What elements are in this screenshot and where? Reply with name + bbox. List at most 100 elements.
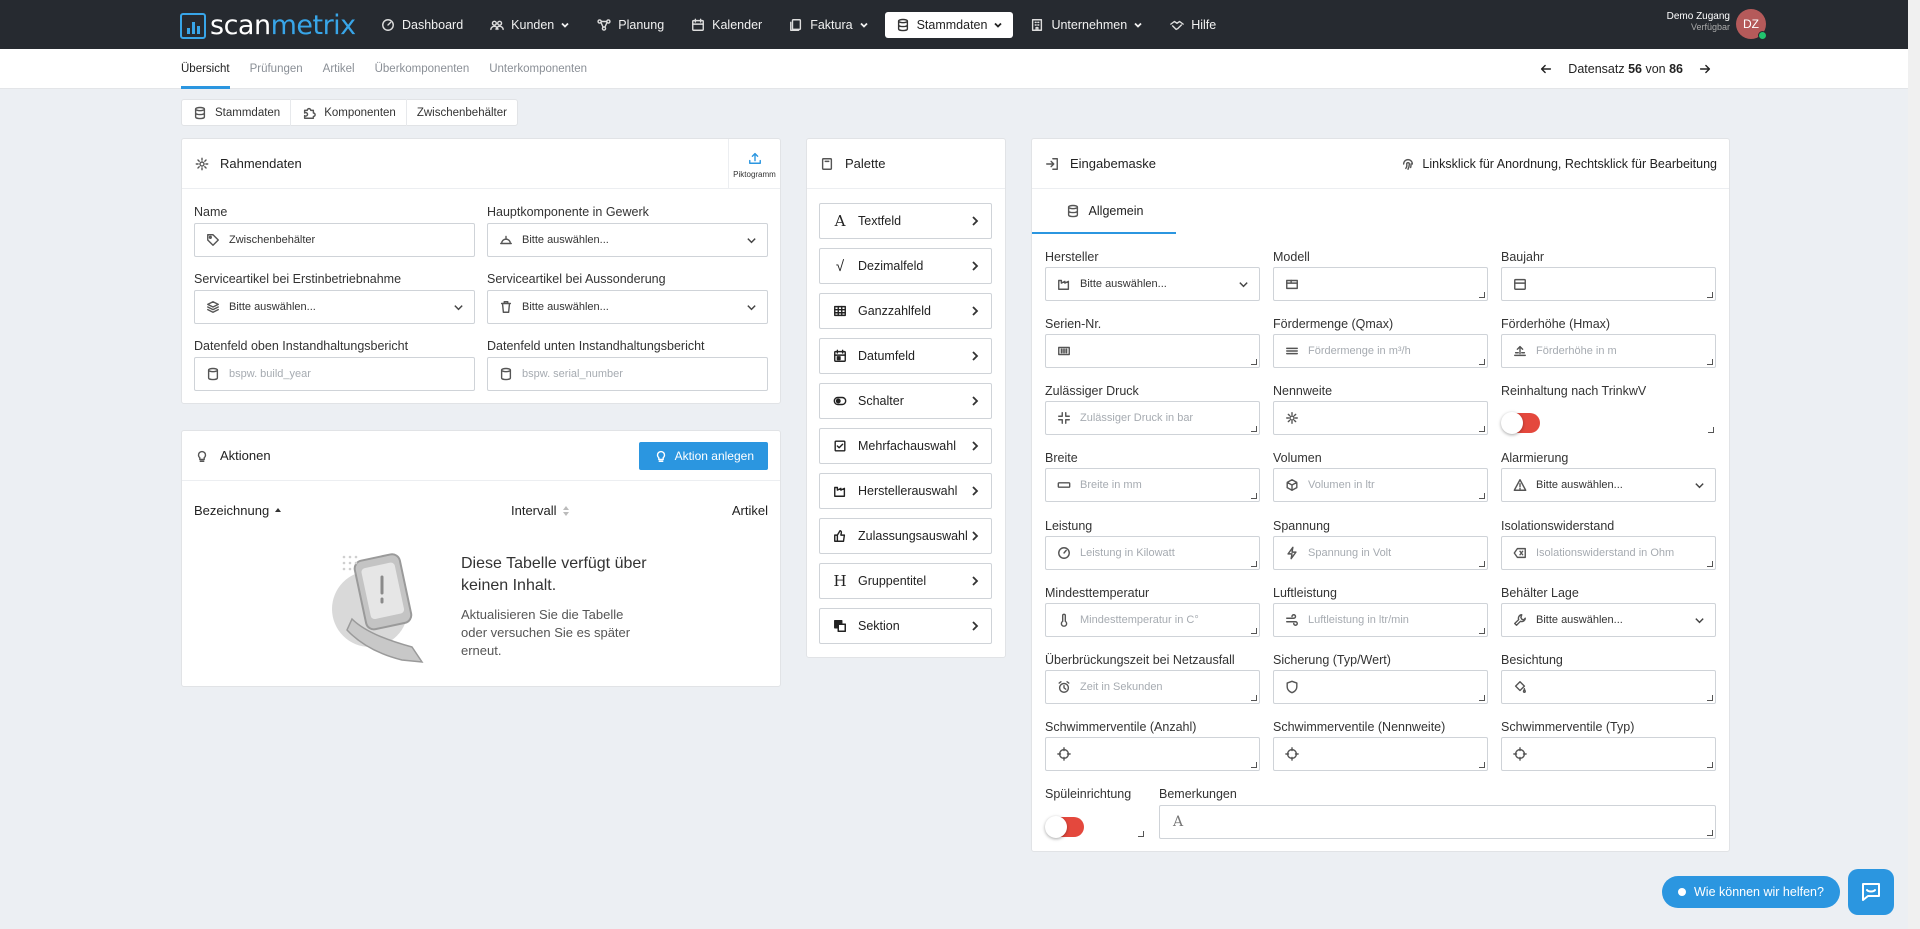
- tab-artikel[interactable]: Artikel: [323, 49, 355, 89]
- add-action-button[interactable]: Aktion anlegen: [638, 442, 768, 470]
- nennweite-input[interactable]: [1273, 401, 1488, 435]
- resize-handle[interactable]: [1251, 762, 1257, 768]
- nav-stammdaten[interactable]: Stammdaten: [884, 11, 1014, 38]
- resize-handle[interactable]: [1479, 493, 1485, 499]
- resize-handle[interactable]: [1251, 561, 1257, 567]
- palette-item-dezimalfeld[interactable]: √ Dezimalfeld: [819, 248, 992, 284]
- datenfeld-unten-input[interactable]: bspw. serial_number: [487, 357, 768, 391]
- nav-kunden[interactable]: Kunden: [479, 12, 580, 38]
- breadcrumb-stammdaten[interactable]: Stammdaten: [182, 99, 292, 126]
- resize-handle[interactable]: [1479, 561, 1485, 567]
- luftleistung-input[interactable]: Luftleistung in ltr/min: [1273, 603, 1488, 637]
- tab-allgemein[interactable]: Allgemein: [1032, 189, 1176, 234]
- resize-handle[interactable]: [1707, 359, 1713, 365]
- schwimmerventile-typ-input[interactable]: [1501, 737, 1716, 771]
- spannung-input[interactable]: Spannung in Volt: [1273, 536, 1488, 570]
- datenfeld-oben-input[interactable]: bspw. build_year: [194, 357, 475, 391]
- breite-input[interactable]: Breite in mm: [1045, 468, 1260, 502]
- behaelter-lage-select[interactable]: Bitte auswählen...: [1501, 603, 1716, 637]
- resize-handle[interactable]: [1479, 695, 1485, 701]
- schwimmerventile-nennweite-input[interactable]: [1273, 737, 1488, 771]
- sicherung-input[interactable]: [1273, 670, 1488, 704]
- breadcrumb-zwischenbehaelter[interactable]: Zwischenbehälter: [407, 99, 517, 126]
- palette-item-textfeld[interactable]: A Textfeld: [819, 203, 992, 239]
- baujahr-input[interactable]: [1501, 267, 1716, 301]
- scrollbar[interactable]: [1908, 0, 1920, 929]
- foerdermenge-input[interactable]: Fördermenge in m³/h: [1273, 334, 1488, 368]
- resize-handle[interactable]: [1479, 359, 1485, 365]
- resize-handle[interactable]: [1251, 695, 1257, 701]
- ueberbrueckungszeit-input[interactable]: Zeit in Sekunden: [1045, 670, 1260, 704]
- reinhaltung-toggle[interactable]: [1501, 412, 1540, 434]
- resize-handle[interactable]: [1479, 762, 1485, 768]
- resize-handle[interactable]: [1707, 830, 1713, 836]
- palette-item-zulassungsauswahl[interactable]: Zulassungsauswahl: [819, 518, 992, 554]
- breadcrumb-komponenten[interactable]: Komponenten: [291, 99, 407, 126]
- resize-handle[interactable]: [1708, 427, 1714, 433]
- nav-unternehmen[interactable]: Unternehmen: [1019, 12, 1153, 38]
- palette-item-datumfeld[interactable]: Datumfeld: [819, 338, 992, 374]
- panel-title: Palette: [845, 156, 886, 171]
- arrow-left-icon[interactable]: [1538, 61, 1554, 77]
- foerderhoehe-input[interactable]: Förderhöhe in m: [1501, 334, 1716, 368]
- tab-uebersicht[interactable]: Übersicht: [181, 49, 230, 89]
- name-field[interactable]: Zwischenbehälter: [194, 223, 475, 257]
- palette-panel: Palette A Textfeld √ Dezimalfeld Ganzzah…: [806, 138, 1006, 658]
- schwimmerventile-anzahl-input[interactable]: [1045, 737, 1260, 771]
- column-header-artikel[interactable]: Artikel: [732, 503, 768, 518]
- zulaessiger-druck-input[interactable]: Zulässiger Druck in bar: [1045, 401, 1260, 435]
- volumen-input[interactable]: Volumen in ltr: [1273, 468, 1488, 502]
- tab-unterkomponenten[interactable]: Unterkomponenten: [489, 49, 587, 89]
- serviceartikel-erstinbetriebnahme-select[interactable]: Bitte auswählen...: [194, 290, 475, 324]
- resize-handle[interactable]: [1707, 292, 1713, 298]
- pictogram-button[interactable]: Piktogramm: [728, 139, 780, 189]
- leistung-input[interactable]: Leistung in Kilowatt: [1045, 536, 1260, 570]
- palette-item-ganzzahlfeld[interactable]: Ganzzahlfeld: [819, 293, 992, 329]
- palette-item-gruppentitel[interactable]: H Gruppentitel: [819, 563, 992, 599]
- sort-asc-icon: [275, 507, 282, 512]
- resize-handle[interactable]: [1707, 762, 1713, 768]
- palette-item-schalter[interactable]: Schalter: [819, 383, 992, 419]
- resize-handle[interactable]: [1707, 561, 1713, 567]
- nav-kalender[interactable]: Kalender: [680, 12, 772, 38]
- seriennummer-input[interactable]: [1045, 334, 1260, 368]
- resize-handle[interactable]: [1251, 628, 1257, 634]
- isolationswiderstand-input[interactable]: Isolationswiderstand in Ohm: [1501, 536, 1716, 570]
- hersteller-select[interactable]: Bitte auswählen...: [1045, 267, 1260, 301]
- palette-item-mehrfachauswahl[interactable]: Mehrfachauswahl: [819, 428, 992, 464]
- hauptkomponente-select[interactable]: Bitte auswählen...: [487, 223, 768, 257]
- resize-handle[interactable]: [1251, 426, 1257, 432]
- palette-item-sektion[interactable]: Sektion: [819, 608, 992, 644]
- alarmierung-select[interactable]: Bitte auswählen...: [1501, 468, 1716, 502]
- eingabemaske-panel: Eingabemaske Linksklick für Anordnung, R…: [1031, 138, 1730, 852]
- resize-handle[interactable]: [1251, 359, 1257, 365]
- column-header-intervall[interactable]: Intervall: [511, 503, 570, 518]
- chat-button[interactable]: [1848, 869, 1894, 915]
- modell-input[interactable]: [1273, 267, 1488, 301]
- resize-handle[interactable]: [1479, 426, 1485, 432]
- resize-handle[interactable]: [1479, 292, 1485, 298]
- tab-pruefungen[interactable]: Prüfungen: [250, 49, 303, 89]
- nav-hilfe[interactable]: Hilfe: [1159, 12, 1226, 38]
- resize-handle[interactable]: [1707, 695, 1713, 701]
- resize-handle[interactable]: [1138, 831, 1144, 837]
- spueleinrichtung-toggle[interactable]: [1045, 816, 1084, 838]
- palette-item-herstellerauswahl[interactable]: Herstellerauswahl: [819, 473, 992, 509]
- user-info[interactable]: Demo Zugang Verfügbar: [1667, 11, 1730, 32]
- avatar[interactable]: DZ: [1736, 9, 1767, 40]
- nav-planung[interactable]: Planung: [586, 12, 674, 38]
- nav-faktura[interactable]: Faktura: [778, 12, 878, 38]
- besichtung-input[interactable]: [1501, 670, 1716, 704]
- thermometer-icon: [1056, 612, 1072, 628]
- serviceartikel-aussonderung-select[interactable]: Bitte auswählen...: [487, 290, 768, 324]
- mindesttemperatur-input[interactable]: Mindesttemperatur in C°: [1045, 603, 1260, 637]
- help-chat-prompt[interactable]: Wie können wir helfen?: [1662, 876, 1840, 908]
- arrow-right-icon[interactable]: [1697, 61, 1713, 77]
- nav-dashboard[interactable]: Dashboard: [370, 12, 473, 38]
- resize-handle[interactable]: [1251, 493, 1257, 499]
- resize-handle[interactable]: [1479, 628, 1485, 634]
- logo[interactable]: scanmetrix: [180, 10, 356, 41]
- bemerkungen-input[interactable]: A: [1159, 805, 1716, 839]
- tab-ueberkomponenten[interactable]: Überkomponenten: [375, 49, 470, 89]
- column-header-bezeichnung[interactable]: Bezeichnung: [194, 503, 282, 518]
